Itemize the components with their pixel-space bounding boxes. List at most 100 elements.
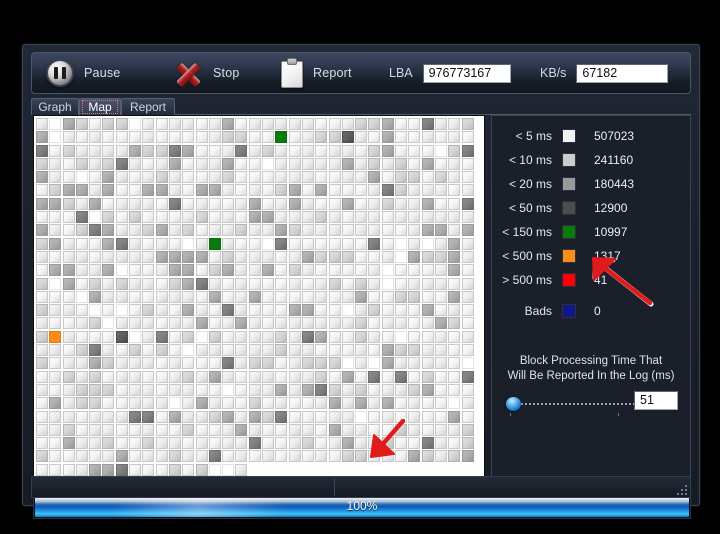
map-cell[interactable] (248, 290, 261, 303)
map-cell[interactable] (208, 144, 221, 157)
map-cell[interactable] (49, 224, 62, 237)
map-cell[interactable] (461, 211, 474, 224)
map-cell[interactable] (328, 357, 341, 370)
map-cell[interactable] (381, 237, 394, 250)
map-cell[interactable] (129, 277, 142, 290)
map-cell[interactable] (222, 197, 235, 210)
map-cell[interactable] (434, 317, 447, 330)
map-cell[interactable] (62, 463, 75, 476)
map-cell[interactable] (381, 277, 394, 290)
map-cell[interactable] (381, 131, 394, 144)
tab-graph[interactable]: Graph (31, 98, 79, 115)
map-cell[interactable] (288, 184, 301, 197)
map-cell[interactable] (341, 344, 354, 357)
map-cell[interactable] (381, 397, 394, 410)
map-cell[interactable] (448, 277, 461, 290)
map-cell[interactable] (434, 330, 447, 343)
map-cell[interactable] (129, 224, 142, 237)
map-cell[interactable] (395, 370, 408, 383)
map-cell[interactable] (315, 290, 328, 303)
map-cell[interactable] (341, 450, 354, 463)
map-cell[interactable] (395, 237, 408, 250)
map-cell[interactable] (301, 277, 314, 290)
map-cell[interactable] (328, 290, 341, 303)
map-cell[interactable] (168, 237, 181, 250)
map-cell[interactable] (195, 237, 208, 250)
map-cell[interactable] (89, 118, 102, 130)
map-cell[interactable] (301, 250, 314, 263)
map-cell[interactable] (408, 277, 421, 290)
map-cell[interactable] (208, 330, 221, 343)
map-cell[interactable] (168, 250, 181, 263)
map-cell[interactable] (328, 450, 341, 463)
map-cell[interactable] (421, 410, 434, 423)
map-cell[interactable] (275, 397, 288, 410)
map-cell[interactable] (102, 224, 115, 237)
map-cell[interactable] (235, 144, 248, 157)
map-cell[interactable] (235, 131, 248, 144)
map-cell[interactable] (341, 290, 354, 303)
map-cell[interactable] (182, 224, 195, 237)
map-cell[interactable] (142, 423, 155, 436)
map-cell[interactable] (421, 197, 434, 210)
map-cell[interactable] (395, 277, 408, 290)
map-cell[interactable] (155, 290, 168, 303)
map-cell[interactable] (36, 383, 48, 396)
map-cell[interactable] (355, 357, 368, 370)
map-cell[interactable] (62, 317, 75, 330)
map-cell[interactable] (275, 437, 288, 450)
map-cell[interactable] (275, 370, 288, 383)
map-cell[interactable] (208, 344, 221, 357)
map-cell[interactable] (168, 224, 181, 237)
map-cell[interactable] (328, 383, 341, 396)
map-cell[interactable] (75, 317, 88, 330)
map-cell[interactable] (195, 397, 208, 410)
map-cell[interactable] (381, 290, 394, 303)
map-cell[interactable] (262, 423, 275, 436)
map-cell[interactable] (102, 450, 115, 463)
map-cell[interactable] (448, 118, 461, 130)
map-cell[interactable] (75, 410, 88, 423)
map-cell[interactable] (355, 450, 368, 463)
map-cell[interactable] (235, 224, 248, 237)
map-cell[interactable] (235, 118, 248, 130)
map-cell[interactable] (301, 118, 314, 130)
map-cell[interactable] (408, 410, 421, 423)
map-cell[interactable] (248, 410, 261, 423)
map-cell[interactable] (49, 144, 62, 157)
map-cell[interactable] (168, 144, 181, 157)
map-cell[interactable] (89, 437, 102, 450)
map-cell[interactable] (355, 118, 368, 130)
map-cell[interactable] (75, 237, 88, 250)
map-cell[interactable] (288, 224, 301, 237)
map-cell[interactable] (222, 144, 235, 157)
map-cell[interactable] (262, 157, 275, 170)
map-cell[interactable] (168, 357, 181, 370)
map-cell[interactable] (275, 317, 288, 330)
map-cell[interactable] (102, 118, 115, 130)
map-cell[interactable] (235, 450, 248, 463)
map-cell[interactable] (208, 171, 221, 184)
map-cell[interactable] (222, 423, 235, 436)
map-cell[interactable] (49, 197, 62, 210)
map-cell[interactable] (395, 211, 408, 224)
map-cell[interactable] (49, 250, 62, 263)
map-cell[interactable] (182, 450, 195, 463)
map-cell[interactable] (75, 397, 88, 410)
map-cell[interactable] (434, 304, 447, 317)
map-cell[interactable] (448, 184, 461, 197)
map-cell[interactable] (142, 450, 155, 463)
map-cell[interactable] (195, 211, 208, 224)
map-cell[interactable] (235, 330, 248, 343)
map-cell[interactable] (381, 423, 394, 436)
map-cell[interactable] (448, 357, 461, 370)
map-cell[interactable] (328, 118, 341, 130)
map-cell[interactable] (461, 344, 474, 357)
map-cell[interactable] (89, 250, 102, 263)
map-cell[interactable] (235, 410, 248, 423)
map-cell[interactable] (62, 437, 75, 450)
map-cell[interactable] (275, 237, 288, 250)
map-cell[interactable] (328, 344, 341, 357)
lba-input[interactable]: 976773167 (422, 63, 511, 83)
map-cell[interactable] (49, 317, 62, 330)
